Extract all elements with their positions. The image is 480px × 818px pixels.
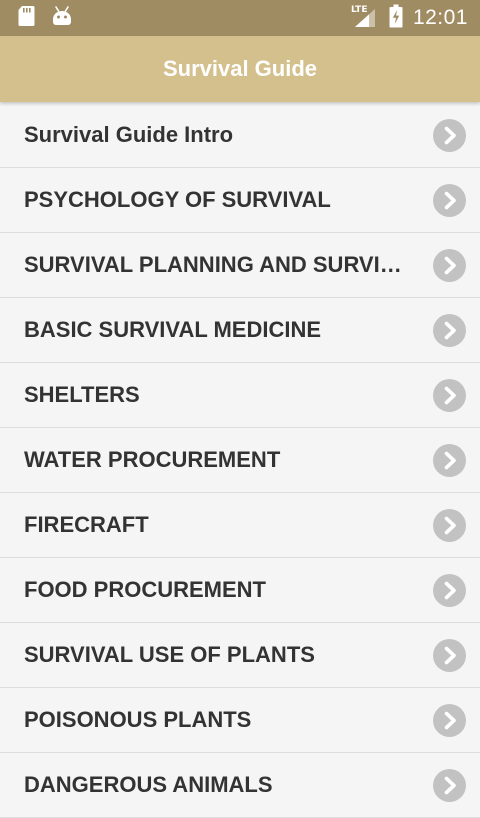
chevron-right-icon[interactable] bbox=[433, 249, 466, 282]
chevron-right-icon[interactable] bbox=[433, 444, 466, 477]
chevron-right-icon[interactable] bbox=[433, 704, 466, 737]
list-item-label: SURVIVAL PLANNING AND SURVIVAL KITS bbox=[24, 252, 414, 277]
list-item-label: DANGEROUS ANIMALS bbox=[24, 772, 273, 797]
list-item[interactable]: SURVIVAL USE OF PLANTS bbox=[0, 623, 480, 688]
list-item[interactable]: FOOD PROCUREMENT bbox=[0, 558, 480, 623]
sd-card-icon bbox=[17, 5, 35, 32]
chapter-list: Survival Guide Intro PSYCHOLOGY OF SURVIV… bbox=[0, 103, 480, 818]
status-time: 12:01 bbox=[412, 6, 468, 29]
list-item[interactable]: SURVIVAL PLANNING AND SURVIVAL KITS bbox=[0, 233, 480, 298]
lte-signal-icon: LTE bbox=[351, 5, 379, 29]
list-item-label: BASIC SURVIVAL MEDICINE bbox=[24, 317, 322, 342]
list-item[interactable]: PSYCHOLOGY OF SURVIVAL bbox=[0, 168, 480, 233]
list-item[interactable]: WATER PROCUREMENT bbox=[0, 428, 480, 493]
list-item-label: FOOD PROCUREMENT bbox=[24, 577, 266, 602]
chevron-right-icon[interactable] bbox=[433, 184, 466, 217]
chevron-right-icon[interactable] bbox=[433, 574, 466, 607]
list-item-label: POISONOUS PLANTS bbox=[24, 707, 252, 732]
list-item-label: FIRECRAFT bbox=[24, 512, 149, 537]
page-title: Survival Guide bbox=[162, 56, 318, 81]
chevron-right-icon[interactable] bbox=[433, 314, 466, 347]
list-item[interactable]: DANGEROUS ANIMALS bbox=[0, 753, 480, 818]
list-item-label: SHELTERS bbox=[24, 382, 140, 407]
list-item[interactable]: POISONOUS PLANTS bbox=[0, 688, 480, 753]
chevron-right-icon[interactable] bbox=[433, 119, 466, 152]
list-item[interactable]: FIRECRAFT bbox=[0, 493, 480, 558]
list-item-label: WATER PROCUREMENT bbox=[24, 447, 281, 472]
list-item-label: PSYCHOLOGY OF SURVIVAL bbox=[24, 187, 331, 212]
chevron-right-icon[interactable] bbox=[433, 769, 466, 802]
list-item[interactable]: Survival Guide Intro bbox=[0, 103, 480, 168]
list-item-label: Survival Guide Intro bbox=[24, 122, 234, 147]
chevron-right-icon[interactable] bbox=[433, 379, 466, 412]
status-bar: LTE 12:01 bbox=[0, 0, 480, 36]
chevron-right-icon[interactable] bbox=[433, 509, 466, 542]
chevron-right-icon[interactable] bbox=[433, 639, 466, 672]
list-item[interactable]: SHELTERS bbox=[0, 363, 480, 428]
android-icon bbox=[51, 5, 73, 32]
list-item-label: SURVIVAL USE OF PLANTS bbox=[24, 642, 315, 667]
battery-charging-icon bbox=[389, 4, 403, 33]
list-item[interactable]: BASIC SURVIVAL MEDICINE bbox=[0, 298, 480, 363]
app-bar: Survival Guide bbox=[0, 36, 480, 102]
